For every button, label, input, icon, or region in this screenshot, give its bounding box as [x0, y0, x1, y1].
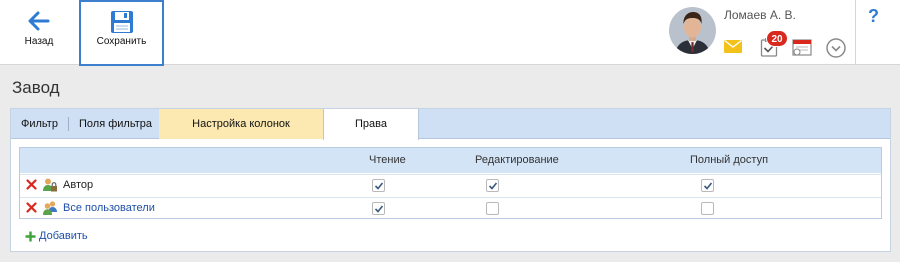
read-checkbox[interactable] — [372, 179, 385, 192]
full-access-checkbox[interactable] — [701, 202, 714, 215]
tab-access-rights[interactable]: Права доступа — [323, 109, 419, 160]
user-lock-icon — [43, 178, 57, 192]
calendar-icon[interactable] — [792, 38, 812, 56]
mail-icon[interactable] — [724, 40, 742, 53]
table-row: Все пользователи — [20, 197, 881, 219]
floppy-disk-icon — [110, 11, 133, 33]
add-button-label: Добавить — [39, 230, 88, 242]
edit-checkbox[interactable] — [486, 202, 499, 215]
arrow-left-icon — [28, 11, 50, 31]
row-name: Автор — [63, 179, 94, 191]
user-name[interactable]: Ломаев А. В. — [724, 8, 796, 22]
help-button[interactable]: ? — [868, 6, 879, 27]
full-access-checkbox[interactable] — [701, 179, 714, 192]
avatar[interactable] — [669, 7, 716, 54]
tab-filter[interactable]: Фильтр — [11, 109, 68, 139]
access-rights-table: Чтение Редактирование Полный доступ Авто… — [19, 147, 882, 219]
back-button[interactable]: Назад — [10, 0, 68, 65]
tab-filter-fields[interactable]: Поля фильтра — [69, 109, 162, 139]
checkmark-icon — [374, 205, 384, 213]
delete-icon[interactable] — [26, 202, 37, 213]
toolbar-divider — [855, 0, 856, 65]
user-photo-icon — [669, 7, 716, 54]
table-row: Автор — [20, 174, 881, 196]
settings-panel: Фильтр Поля фильтра Настройка колонок та… — [10, 108, 891, 252]
edit-checkbox[interactable] — [486, 179, 499, 192]
column-header-full-access: Полный доступ — [690, 154, 769, 166]
plus-icon — [25, 231, 36, 242]
delete-icon[interactable] — [26, 179, 37, 190]
save-button-label: Сохранить — [96, 36, 147, 47]
back-button-label: Назад — [24, 36, 54, 47]
save-button[interactable]: Сохранить — [79, 0, 164, 66]
table-header: Чтение Редактирование Полный доступ — [20, 148, 881, 173]
users-group-icon — [43, 201, 57, 215]
column-header-edit: Редактирование — [475, 154, 559, 166]
chevron-down-icon[interactable] — [826, 38, 846, 58]
tasks-count-badge: 20 — [766, 30, 788, 47]
column-header-read: Чтение — [369, 154, 406, 166]
page-title: Завод — [12, 78, 60, 97]
tab-bar: Фильтр Поля фильтра Настройка колонок та… — [11, 109, 890, 160]
row-name-link[interactable]: Все пользователи — [63, 202, 155, 214]
tab-table-columns[interactable]: Настройка колонок таблицы — [159, 109, 323, 160]
checkmark-icon — [703, 182, 713, 190]
top-toolbar: Назад Сохранить Ломаев А. В. 20 ? — [0, 0, 900, 66]
read-checkbox[interactable] — [372, 202, 385, 215]
checkmark-icon — [374, 182, 384, 190]
checkmark-icon — [488, 182, 498, 190]
